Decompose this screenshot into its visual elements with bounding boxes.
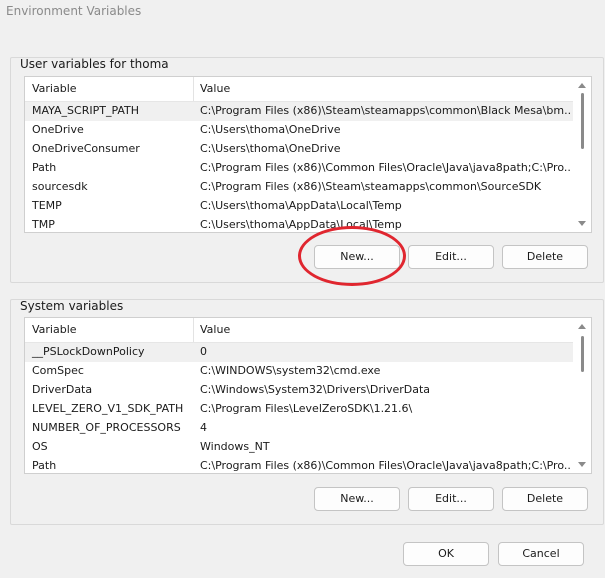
table-row[interactable]: NUMBER_OF_PROCESSORS 4 <box>25 419 573 438</box>
column-header-variable[interactable]: Variable <box>32 82 77 95</box>
user-variables-group: User variables for thoma Variable Value … <box>10 57 604 283</box>
scroll-up-arrow-icon[interactable] <box>578 324 586 329</box>
table-row[interactable]: TEMP C:\Users\thoma\AppData\Local\Temp <box>25 197 573 216</box>
list-header: Variable Value <box>25 318 573 343</box>
user-variables-label: User variables for thoma <box>20 57 169 71</box>
cancel-button[interactable]: Cancel <box>498 542 584 566</box>
list-header: Variable Value <box>25 77 573 102</box>
variable-value: C:\Users\thoma\OneDrive <box>200 123 341 136</box>
column-divider[interactable] <box>193 77 194 101</box>
variable-name: OneDrive <box>32 123 84 136</box>
system-delete-button[interactable]: Delete <box>502 487 588 511</box>
variable-name: Path <box>32 161 57 174</box>
scroll-down-arrow-icon[interactable] <box>578 462 586 467</box>
column-divider[interactable] <box>193 318 194 342</box>
variable-value: C:\WINDOWS\system32\cmd.exe <box>200 364 381 377</box>
system-new-button[interactable]: New... <box>314 487 400 511</box>
variable-name: sourcesdk <box>32 180 88 193</box>
variable-value: C:\Program Files (x86)\Steam\steamapps\c… <box>200 180 542 193</box>
table-row[interactable]: OS Windows_NT <box>25 438 573 457</box>
variable-value: C:\Users\thoma\AppData\Local\Temp <box>200 199 402 212</box>
variable-value: C:\Program Files (x86)\Steam\steamapps\c… <box>200 104 572 117</box>
table-row[interactable]: Path C:\Program Files (x86)\Common Files… <box>25 159 573 178</box>
scroll-up-arrow-icon[interactable] <box>578 83 586 88</box>
table-row[interactable]: LEVEL_ZERO_V1_SDK_PATH C:\Program Files\… <box>25 400 573 419</box>
variable-value: 0 <box>200 345 207 358</box>
variable-value: C:\Program Files (x86)\Common Files\Orac… <box>200 161 572 174</box>
variable-value: C:\Program Files (x86)\Common Files\Orac… <box>200 459 572 472</box>
variable-value: C:\Program Files\LevelZeroSDK\1.21.6\ <box>200 402 413 415</box>
table-row[interactable]: OneDriveConsumer C:\Users\thoma\OneDrive <box>25 140 573 159</box>
table-row[interactable]: OneDrive C:\Users\thoma\OneDrive <box>25 121 573 140</box>
table-row[interactable]: MAYA_SCRIPT_PATH C:\Program Files (x86)\… <box>25 102 573 121</box>
variable-name: Path <box>32 459 57 472</box>
variable-value: C:\Windows\System32\Drivers\DriverData <box>200 383 431 396</box>
table-row[interactable]: ComSpec C:\WINDOWS\system32\cmd.exe <box>25 362 573 381</box>
vertical-scrollbar[interactable] <box>574 318 591 473</box>
scroll-down-arrow-icon[interactable] <box>578 221 586 226</box>
variable-name: __PSLockDownPolicy <box>32 345 145 358</box>
scroll-thumb[interactable] <box>581 336 584 372</box>
variable-value: Windows_NT <box>200 440 270 453</box>
variable-value: 4 <box>200 421 207 434</box>
user-edit-button[interactable]: Edit... <box>408 245 494 269</box>
variable-value: C:\Users\thoma\OneDrive <box>200 142 341 155</box>
variable-name: LEVEL_ZERO_V1_SDK_PATH <box>32 402 184 415</box>
variable-name: OneDriveConsumer <box>32 142 140 155</box>
user-variables-list[interactable]: Variable Value MAYA_SCRIPT_PATH C:\Progr… <box>24 76 592 233</box>
window-title: Environment Variables <box>6 4 142 18</box>
user-new-button[interactable]: New... <box>314 245 400 269</box>
table-row[interactable]: DriverData C:\Windows\System32\Drivers\D… <box>25 381 573 400</box>
variable-value: C:\Users\thoma\AppData\Local\Temp <box>200 218 402 231</box>
variable-name: TMP <box>32 218 55 231</box>
system-variables-label: System variables <box>20 299 124 313</box>
table-row[interactable]: Path C:\Program Files (x86)\Common Files… <box>25 457 573 473</box>
table-row[interactable]: __PSLockDownPolicy 0 <box>25 343 573 362</box>
variable-name: NUMBER_OF_PROCESSORS <box>32 421 181 434</box>
vertical-scrollbar[interactable] <box>574 77 591 232</box>
variable-name: OS <box>32 440 48 453</box>
variable-name: TEMP <box>32 199 62 212</box>
scroll-thumb[interactable] <box>581 93 584 149</box>
variable-name: DriverData <box>32 383 93 396</box>
variable-name: MAYA_SCRIPT_PATH <box>32 104 140 117</box>
table-row[interactable]: TMP C:\Users\thoma\AppData\Local\Temp <box>25 216 573 232</box>
column-header-value[interactable]: Value <box>200 323 230 336</box>
table-row[interactable]: sourcesdk C:\Program Files (x86)\Steam\s… <box>25 178 573 197</box>
system-variables-list[interactable]: Variable Value __PSLockDownPolicy 0 ComS… <box>24 317 592 474</box>
user-delete-button[interactable]: Delete <box>502 245 588 269</box>
system-variables-group: System variables Variable Value __PSLock… <box>10 299 604 525</box>
variable-name: ComSpec <box>32 364 84 377</box>
system-edit-button[interactable]: Edit... <box>408 487 494 511</box>
column-header-variable[interactable]: Variable <box>32 323 77 336</box>
ok-button[interactable]: OK <box>403 542 489 566</box>
column-header-value[interactable]: Value <box>200 82 230 95</box>
